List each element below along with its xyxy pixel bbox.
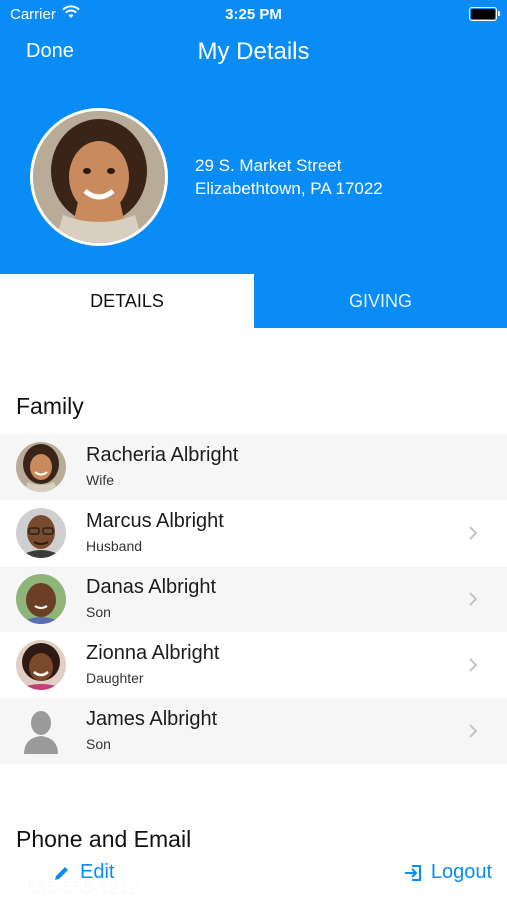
member-name: Marcus Albright [86,510,224,532]
chevron-right-icon [469,724,478,738]
family-member-row[interactable]: James Albright Son [0,698,507,764]
page-title: My Details [197,38,310,65]
address-line-1: 29 S. Market Street [195,156,342,175]
battery-icon [469,7,500,21]
member-role: Husband [86,538,143,554]
chevron-right-icon [469,658,478,672]
address-line-2: Elizabethtown, PA 17022 [195,179,383,198]
member-role: Son [86,604,111,620]
family-heading: Family [16,393,84,419]
status-bar: Carrier 3:25 PM [0,0,507,30]
edit-label: Edit [80,861,115,883]
member-role: Daughter [86,670,144,686]
family-member-row[interactable]: Zionna Albright Daughter [0,632,507,698]
status-time: 3:25 PM [225,6,282,23]
family-member-row[interactable]: Racheria Albright Wife [0,434,507,500]
pencil-icon [55,866,68,880]
person-silhouette-icon [16,706,66,756]
logout-icon [404,864,421,881]
member-name: Racheria Albright [86,444,239,466]
chevron-right-icon [469,526,478,540]
tab-giving[interactable]: GIVING [254,274,507,328]
tab-bar: DETAILS GIVING [0,274,507,328]
member-name: James Albright [86,708,218,730]
tab-details[interactable]: DETAILS [0,274,254,328]
member-name: Zionna Albright [86,642,220,664]
family-member-row[interactable]: Marcus Albright Husband [0,500,507,566]
family-list: Racheria Albright Wife Marcus Albright H… [0,434,507,764]
member-avatar [16,442,66,492]
bottom-toolbar: Edit Logout [0,848,507,900]
member-role: Wife [86,472,114,488]
chevron-right-icon [469,592,478,606]
member-avatar [16,574,66,624]
member-name: Danas Albright [86,576,217,598]
member-role: Son [86,736,111,752]
family-member-row[interactable]: Danas Albright Son [0,566,507,632]
edit-button[interactable]: Edit [52,861,114,884]
address: 29 S. Market Street Elizabethtown, PA 17… [195,154,383,200]
member-avatar [16,508,66,558]
logout-button[interactable]: Logout [403,861,492,884]
header: Carrier 3:25 PM Done My Details 29 S. Ma… [0,0,507,274]
logout-label: Logout [430,861,492,883]
profile-avatar [30,108,168,246]
member-avatar [16,640,66,690]
